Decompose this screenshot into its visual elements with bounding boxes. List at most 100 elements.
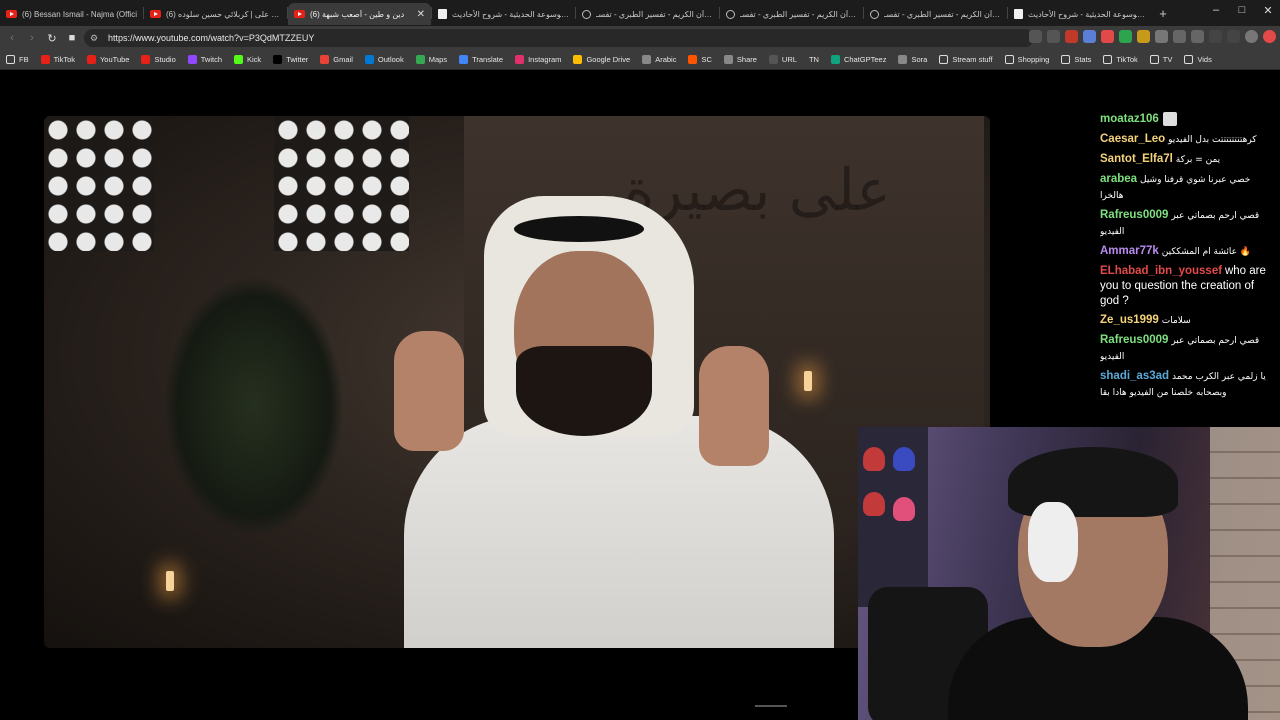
bookmark-label: Translate	[472, 55, 504, 64]
adblock-extension-icon[interactable]	[1065, 30, 1078, 43]
bookmark-item[interactable]: Instagram	[515, 55, 561, 64]
bookmark-label: Shopping	[1017, 55, 1050, 64]
puzzle-icon[interactable]	[1173, 30, 1186, 43]
profile-avatar[interactable]	[1245, 30, 1258, 43]
bookmark-item[interactable]: Stats	[1061, 55, 1091, 64]
extension-icon[interactable]	[1101, 30, 1114, 43]
chat-username[interactable]: shadi_as3ad	[1100, 370, 1169, 382]
bookmark-item[interactable]: Vids	[1184, 55, 1212, 64]
browser-tab[interactable]: الموسوعة الحديثية - شروح الأحاديث	[1008, 3, 1151, 25]
bookmark-item[interactable]: Twitch	[187, 55, 222, 64]
youtube-icon	[141, 55, 151, 64]
chat-message: Ze_us1999 سلامات	[1100, 313, 1276, 329]
browser-tab[interactable]: القرآن الكريم - تفسير الطبري - تفسـ	[720, 3, 863, 25]
bookmark-item[interactable]: Sora	[898, 55, 927, 64]
instagram-icon	[515, 55, 525, 64]
bookmark-item[interactable]: Studio	[141, 55, 176, 64]
bookmark-button[interactable]: ■	[62, 32, 82, 44]
extension-icon[interactable]	[1119, 30, 1132, 43]
chat-username[interactable]: arabea	[1100, 173, 1137, 185]
bookmark-item[interactable]: YouTube	[86, 55, 129, 64]
chat-username[interactable]: ELhabad_ibn_youssef	[1100, 265, 1222, 277]
new-tab-button[interactable]: +	[1151, 6, 1175, 21]
maximize-button[interactable]: □	[1230, 4, 1254, 16]
beard	[516, 346, 652, 436]
chat-username[interactable]: Ammar77k	[1100, 245, 1159, 257]
bookmark-item[interactable]: Google Drive	[573, 55, 630, 64]
bookmark-item[interactable]: TN	[809, 55, 819, 64]
reload-button[interactable]: ↻	[42, 32, 62, 45]
translate-icon	[459, 55, 469, 64]
chat-message: Santot_Elfa7l يمن = بركة	[1100, 152, 1276, 168]
cast-icon[interactable]	[1029, 30, 1042, 43]
share-icon[interactable]	[1047, 30, 1060, 43]
sc-icon	[688, 55, 698, 64]
browser-tab[interactable]: الموسوعة الحديثية - شروح الأحاديث	[432, 3, 575, 25]
bookmark-item[interactable]: Gmail	[320, 55, 353, 64]
minimize-button[interactable]: –	[1204, 4, 1228, 16]
extension-icon[interactable]	[1083, 30, 1096, 43]
browser-tab[interactable]: القرآن الكريم - تفسير الطبري - تفسـ	[864, 3, 1007, 25]
bookmark-item[interactable]: Kick	[234, 55, 261, 64]
plant	[164, 276, 344, 536]
forward-button[interactable]: ›	[22, 32, 42, 44]
folder-icon	[1184, 55, 1194, 64]
bookmark-item[interactable]: SC	[688, 55, 712, 64]
chat-text: عائشة ام المشككين 🔥	[1161, 247, 1252, 257]
folder-icon	[1004, 55, 1014, 64]
bookmark-item[interactable]: Translate	[459, 55, 503, 64]
bookmark-item[interactable]: Maps	[415, 55, 447, 64]
chat-username[interactable]: Ze_us1999	[1100, 314, 1159, 326]
candle	[166, 571, 174, 591]
bookmark-item[interactable]: TV	[1149, 55, 1172, 64]
user-avatar-badge	[1162, 112, 1177, 127]
sidebar-icon[interactable]	[1191, 30, 1204, 43]
twitch-icon	[187, 55, 197, 64]
bookmark-item[interactable]: TikTok	[40, 55, 75, 64]
download-icon[interactable]	[1209, 30, 1222, 43]
address-bar[interactable]: ⚙ https://www.youtube.com/watch?v=P3QdMT…	[84, 29, 1034, 47]
tab-strip: (6) Bessan Ismail - Najma (Offici (6) تيا…	[0, 0, 1280, 26]
globe-icon	[642, 55, 652, 64]
cap	[893, 497, 915, 521]
bookmark-item[interactable]: Shopping	[1004, 55, 1050, 64]
chrome-menu-icon[interactable]	[1263, 30, 1276, 43]
bookmark-item[interactable]: Outlook	[364, 55, 404, 64]
browser-tab[interactable]: (6) دين و طين - أصعب شبهة ✕	[288, 3, 431, 25]
extension-icon[interactable]	[1155, 30, 1168, 43]
sora-icon	[898, 55, 908, 64]
browser-tab[interactable]: (6) Bessan Ismail - Najma (Offici	[0, 3, 143, 25]
bookmark-label: Vids	[1197, 55, 1212, 64]
chat-text: سلامات	[1161, 316, 1191, 326]
bookmark-item[interactable]: Arabic	[642, 55, 676, 64]
bookmark-label: Outlook	[377, 55, 404, 64]
bookmark-item[interactable]: ChatGPTeez	[830, 55, 886, 64]
bookmark-item[interactable]: FB	[6, 55, 29, 64]
browser-tab[interactable]: القرآن الكريم - تفسير الطبري - تفسـ	[576, 3, 719, 25]
bookmark-item[interactable]: TikTok	[1103, 55, 1138, 64]
globe-icon	[723, 55, 733, 64]
chat-username[interactable]: moataz106	[1100, 113, 1159, 125]
lattice-window-left	[44, 116, 154, 251]
browser-tab[interactable]: (6) تيار على | كربلائي حسين سلوده	[144, 3, 287, 25]
folder-icon	[1061, 55, 1071, 64]
bookmark-item[interactable]: Twitter	[273, 55, 308, 64]
chat-message: Rafreus0009 قصي ارحم بصماتي عبر الفيديو	[1100, 333, 1276, 365]
media-control-icon[interactable]	[1227, 30, 1240, 43]
chat-username[interactable]: Rafreus0009	[1100, 209, 1168, 221]
chat-username[interactable]: Caesar_Leo	[1100, 133, 1165, 145]
extension-icon[interactable]	[1137, 30, 1150, 43]
chat-message: shadi_as3ad يا زلمي عبر الكرب محمد وبصحا…	[1100, 369, 1276, 401]
video-player[interactable]: على بصيرة	[44, 116, 990, 648]
tab-title: (6) Bessan Ismail - Najma (Offici	[22, 9, 137, 19]
bookmark-item[interactable]: Share	[723, 55, 757, 64]
close-tab-icon[interactable]: ✕	[417, 9, 425, 20]
close-window-button[interactable]: ✕	[1256, 4, 1280, 17]
bookmark-item[interactable]: URL	[768, 55, 797, 64]
site-info-icon[interactable]: ⚙	[90, 33, 100, 44]
chat-username[interactable]: Rafreus0009	[1100, 334, 1168, 346]
tab-title: الموسوعة الحديثية - شروح الأحاديث	[452, 9, 569, 19]
back-button[interactable]: ‹	[2, 32, 22, 44]
bookmark-item[interactable]: Stream stuff	[939, 55, 993, 64]
chat-username[interactable]: Santot_Elfa7l	[1100, 153, 1173, 165]
